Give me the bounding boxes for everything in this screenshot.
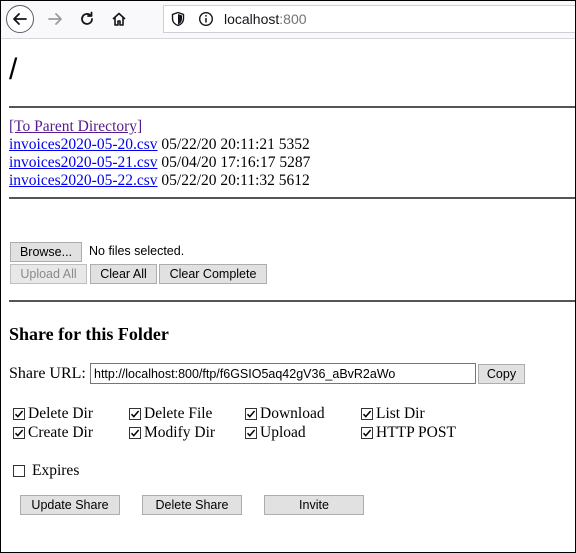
permission-create-dir[interactable]: Create Dir	[13, 424, 93, 442]
checkbox[interactable]	[129, 427, 141, 439]
url-text: localhost:800	[224, 11, 307, 27]
checkmark-icon	[246, 429, 256, 437]
checkbox[interactable]	[13, 427, 25, 439]
file-date: 05/04/20 17:16:17	[161, 154, 276, 171]
permission-upload[interactable]: Upload	[245, 424, 306, 442]
checkmark-icon	[14, 410, 24, 418]
file-row: invoices2020-05-22.csv 05/22/20 20:11:32…	[9, 172, 310, 190]
clear-complete-button[interactable]: Clear Complete	[159, 264, 267, 284]
checkmark-icon	[130, 429, 140, 437]
permission-label: Modify Dir	[144, 424, 216, 441]
browser-toolbar: localhost:800	[1, 1, 575, 39]
browser-window: localhost:800 / [To Parent Directory] in…	[0, 0, 576, 553]
checkmark-icon	[362, 429, 372, 437]
file-size: 5612	[278, 172, 310, 189]
forward-button[interactable]	[41, 5, 69, 33]
permission-label: HTTP POST	[376, 424, 456, 441]
divider	[9, 300, 575, 302]
checkbox[interactable]	[361, 427, 373, 439]
expires-checkbox[interactable]	[13, 465, 25, 477]
address-bar[interactable]: localhost:800	[163, 5, 575, 33]
url-host: localhost	[224, 11, 280, 27]
page-title: /	[9, 53, 18, 86]
reload-icon	[81, 11, 93, 25]
permission-list-dir[interactable]: List Dir	[361, 405, 425, 423]
file-listing: [To Parent Directory] invoices2020-05-20…	[9, 118, 310, 190]
share-section-title: Share for this Folder	[9, 324, 169, 344]
checkmark-icon	[362, 410, 372, 418]
delete-share-button[interactable]: Delete Share	[142, 495, 242, 515]
permission-label: Upload	[260, 424, 306, 441]
file-date: 05/22/20 20:11:21	[161, 136, 275, 153]
share-url-label: Share URL:	[9, 365, 86, 382]
browse-button[interactable]: Browse...	[10, 242, 82, 262]
parent-directory-link[interactable]: [To Parent Directory]	[9, 118, 142, 135]
file-link[interactable]: invoices2020-05-20.csv	[9, 136, 158, 153]
info-icon[interactable]	[198, 11, 214, 30]
copy-button[interactable]: Copy	[478, 364, 525, 384]
file-status-text: No files selected.	[89, 244, 185, 258]
permission-download[interactable]: Download	[245, 405, 325, 423]
checkbox[interactable]	[361, 408, 373, 420]
permission-label: Delete Dir	[28, 405, 93, 422]
permission-label: Create Dir	[28, 424, 93, 441]
file-row: invoices2020-05-21.csv 05/04/20 17:16:17…	[9, 154, 310, 172]
file-date: 05/22/20 20:11:32	[161, 172, 275, 189]
home-icon	[112, 12, 126, 26]
permission-http-post[interactable]: HTTP POST	[361, 424, 456, 442]
upload-all-button[interactable]: Upload All	[10, 264, 87, 284]
checkbox[interactable]	[245, 408, 257, 420]
share-url-input[interactable]	[90, 363, 476, 384]
update-share-button[interactable]: Update Share	[20, 495, 120, 515]
checkbox[interactable]	[129, 408, 141, 420]
permission-label: Delete File	[144, 405, 213, 422]
checkmark-icon	[14, 429, 24, 437]
checkbox[interactable]	[13, 408, 25, 420]
invite-button[interactable]: Invite	[264, 495, 364, 515]
expires-label: Expires	[32, 462, 80, 479]
file-size: 5352	[278, 136, 310, 153]
permission-delete-dir[interactable]: Delete Dir	[13, 405, 93, 423]
checkbox[interactable]	[245, 427, 257, 439]
back-button[interactable]	[6, 5, 34, 33]
file-row: invoices2020-05-20.csv 05/22/20 20:11:21…	[9, 136, 310, 154]
permission-label: Download	[260, 405, 325, 422]
checkmark-icon	[130, 410, 140, 418]
url-port: :800	[279, 11, 307, 27]
divider	[9, 197, 575, 199]
permission-modify-dir[interactable]: Modify Dir	[129, 424, 215, 442]
permission-delete-file[interactable]: Delete File	[129, 405, 212, 423]
permission-label: List Dir	[376, 405, 425, 422]
shield-icon[interactable]	[170, 11, 186, 30]
file-link[interactable]: invoices2020-05-22.csv	[9, 172, 158, 189]
file-link[interactable]: invoices2020-05-21.csv	[9, 154, 158, 171]
reload-button[interactable]	[73, 5, 101, 33]
arrow-right-icon	[48, 13, 62, 25]
arrow-left-icon	[13, 13, 27, 25]
expires-option[interactable]: Expires	[13, 462, 79, 480]
checkmark-icon	[246, 410, 256, 418]
file-size: 5287	[279, 154, 311, 171]
divider	[9, 106, 575, 108]
home-button[interactable]	[105, 5, 133, 33]
clear-all-button[interactable]: Clear All	[90, 264, 157, 284]
